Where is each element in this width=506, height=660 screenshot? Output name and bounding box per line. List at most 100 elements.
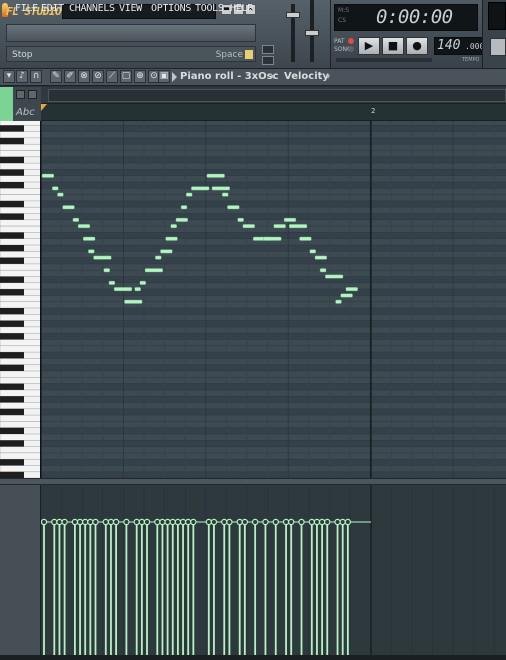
grid-row: [41, 389, 506, 397]
stop-button[interactable]: ■: [382, 37, 404, 55]
song-mode-toggle[interactable]: [348, 46, 354, 52]
pattern-mode-toggle[interactable]: [348, 38, 354, 44]
white-key: [0, 206, 40, 214]
record-button[interactable]: ●: [406, 37, 428, 55]
velocity-handle: [205, 518, 212, 526]
time-unit-label: M:S: [338, 7, 350, 14]
grid-row: [41, 440, 506, 447]
grid-row: [41, 169, 506, 176]
black-key: [0, 408, 24, 416]
play-button[interactable]: ▶: [358, 37, 380, 55]
note: [335, 299, 342, 304]
menu-file[interactable]: FILE: [15, 2, 38, 16]
note: [319, 268, 327, 273]
tool-icon[interactable]: [16, 90, 25, 99]
black-key: [0, 289, 24, 296]
panel-button[interactable]: [490, 38, 506, 56]
channel-color-strip: [0, 87, 13, 121]
menu-edit[interactable]: EDIT: [41, 2, 64, 16]
song-position-slider[interactable]: [336, 58, 432, 62]
master-pitch-slider[interactable]: [305, 30, 319, 36]
playhead-marker[interactable]: [41, 104, 47, 111]
song-time: 0:00:00: [376, 6, 453, 28]
velocity-handle: [241, 518, 249, 526]
grid-row: [41, 226, 506, 233]
white-key: [0, 377, 40, 384]
white-key: [0, 282, 40, 290]
grid-row: [41, 295, 506, 302]
menu-view[interactable]: VIEW: [119, 2, 142, 16]
grid-row: [41, 308, 506, 315]
playback-icon[interactable]: ⊕: [134, 70, 146, 83]
zoom-icon[interactable]: ▢: [120, 70, 132, 83]
grid-row: [41, 182, 506, 189]
note-labels-toggle[interactable]: Abc: [13, 104, 41, 121]
magnet-icon[interactable]: ♪: [16, 70, 28, 83]
velocity-canvas[interactable]: [40, 485, 506, 655]
mute-icon[interactable]: ⊗: [78, 70, 90, 83]
black-key: [0, 125, 24, 132]
menu-channels[interactable]: CHANNELS: [69, 2, 115, 16]
menu-options[interactable]: OPTIONS: [151, 2, 191, 16]
velocity-handle: [102, 518, 110, 526]
white-key: [0, 219, 40, 227]
note: [185, 192, 193, 197]
velocity-editor[interactable]: [40, 485, 506, 655]
black-key: [0, 396, 24, 403]
master-volume-slider[interactable]: [286, 12, 300, 18]
hint-shortcut: Space: [215, 50, 243, 60]
menu-arrow-icon[interactable]: ▾: [3, 70, 15, 83]
draw-icon[interactable]: ∩: [30, 70, 42, 83]
white-key: [0, 188, 40, 195]
black-key: [0, 156, 24, 164]
velocity-handle: [107, 518, 115, 526]
chevron-down-icon[interactable]: ▾: [271, 70, 275, 84]
velocity-handle: [138, 518, 146, 526]
black-key: [0, 364, 24, 371]
velocity-handle: [282, 518, 290, 526]
velocity-handle: [318, 518, 326, 526]
piano-keys[interactable]: [0, 121, 41, 478]
piano-keyboard[interactable]: [0, 121, 41, 478]
velocity-handle: [251, 518, 259, 526]
grid-row: [41, 270, 506, 277]
black-key: [0, 182, 24, 189]
event-target-select[interactable]: Velocity: [284, 70, 329, 84]
piano-roll-title[interactable]: Piano roll - 3xOsc: [180, 70, 279, 84]
grid-row: [41, 289, 506, 296]
note: [83, 236, 96, 241]
select-icon[interactable]: ⟋: [106, 70, 118, 83]
note: [206, 173, 225, 178]
delete-icon[interactable]: ✐: [64, 70, 76, 83]
note: [160, 249, 173, 254]
paint-icon[interactable]: ✎: [50, 70, 62, 83]
white-key: [0, 121, 40, 126]
grid-row: [41, 345, 506, 353]
grid-row: [41, 358, 506, 365]
velocity-handle: [71, 518, 79, 526]
grid-row: [41, 314, 506, 321]
grid-row: [41, 263, 506, 271]
black-key: [0, 383, 24, 390]
note: [288, 224, 308, 229]
black-key: [0, 308, 24, 315]
tool-icon[interactable]: ▣: [158, 70, 170, 83]
white-key: [0, 143, 40, 151]
time-unit-label: CS: [338, 17, 346, 24]
note-grid[interactable]: [40, 118, 506, 497]
event-editor-splitter[interactable]: [0, 478, 506, 485]
chevron-down-icon[interactable]: ▾: [326, 70, 330, 84]
cpu-meter-icon: [262, 45, 274, 54]
menu-tools[interactable]: TOOLS: [195, 2, 224, 16]
white-key: [0, 446, 40, 454]
menu-help[interactable]: HELP: [230, 2, 253, 16]
scrollbar-thumb[interactable]: [48, 89, 506, 102]
grid-row: [41, 320, 506, 327]
tool-icon[interactable]: [28, 90, 37, 99]
note: [124, 299, 143, 304]
note: [325, 274, 344, 279]
note-grid-canvas[interactable]: [40, 118, 506, 497]
velocity-handle: [184, 518, 192, 526]
timeline-ruler[interactable]: [41, 104, 506, 121]
slice-icon[interactable]: ⊘: [92, 70, 104, 83]
